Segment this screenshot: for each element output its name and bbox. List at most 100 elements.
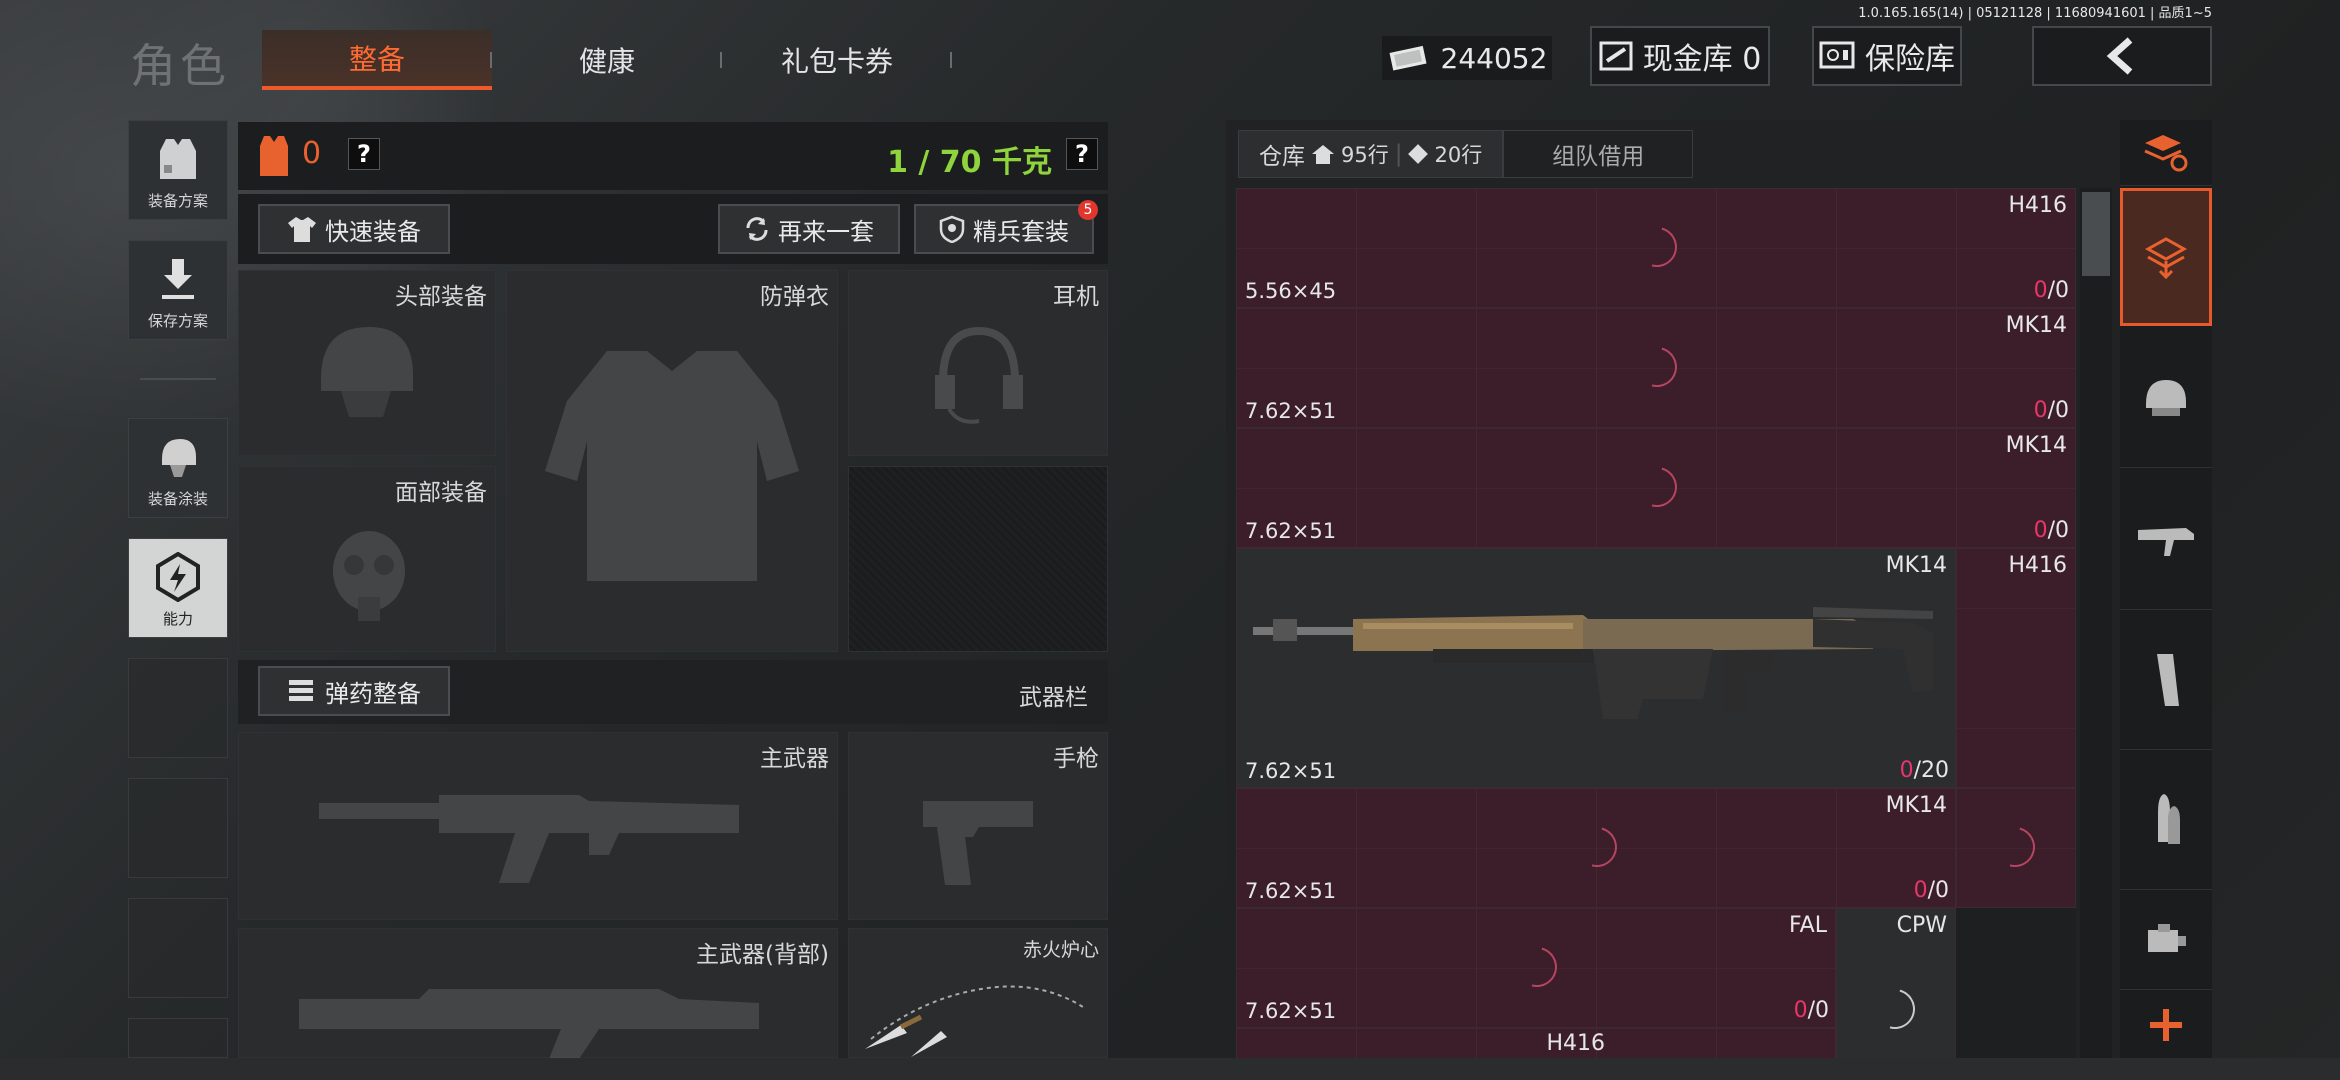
melee-slot[interactable]: 赤火炉心 <box>848 928 1108 1058</box>
quick-equip-button[interactable]: 快速装备 <box>258 204 450 254</box>
mk14-rifle-image <box>1253 607 1933 719</box>
rifle-back-icon <box>299 989 759 1059</box>
item-card[interactable]: H416 <box>1956 548 2076 788</box>
loading-icon <box>1629 219 1685 275</box>
home-icon <box>1312 145 1334 164</box>
slot-label: 面部装备 <box>395 480 487 506</box>
help-icon[interactable]: ? <box>348 138 380 170</box>
slot-label: 耳机 <box>1053 284 1099 310</box>
ammo-loaded: 0 <box>1913 878 1928 903</box>
item-card[interactable]: H416 <box>1236 1028 1836 1060</box>
primary-back-slot[interactable]: 主武器(背部) <box>238 928 838 1059</box>
vest-slot[interactable]: 防弹衣 <box>506 270 838 652</box>
slot-label: 赤火炉心 <box>1022 939 1099 961</box>
equipment-skin-button[interactable]: 装备涂装 <box>128 418 228 518</box>
item-count: 0/0 <box>2033 398 2069 423</box>
item-card[interactable]: MK14 7.62×51 0/0 <box>1236 308 2076 428</box>
item-caliber: 7.62×51 <box>1245 879 1337 903</box>
tab-label: 健康 <box>578 45 635 78</box>
ammo-capacity: 0 <box>1815 998 1829 1023</box>
loadout-plan-button[interactable]: 装备方案 <box>128 120 228 220</box>
item-count: 0/0 <box>2033 278 2069 303</box>
elite-kit-label: 精兵套装 <box>973 217 1069 246</box>
empty-slot <box>128 778 228 878</box>
ammo-capacity: 0 <box>2055 518 2069 543</box>
item-name: MK14 <box>2005 313 2067 338</box>
cash-store-icon <box>1599 41 1633 71</box>
head-slot[interactable]: 头部装备 <box>238 270 496 456</box>
warehouse-scrollbar[interactable] <box>2080 188 2112 1060</box>
item-name: MK14 <box>1885 793 1947 818</box>
again-button[interactable]: 再来一套 <box>718 204 900 254</box>
ticket-icon <box>1408 144 1429 164</box>
weight-text: 1 / 70 千克 <box>887 145 1052 180</box>
sidebar-label: 装备方案 <box>147 192 208 210</box>
top-tabs: 整备 健康 礼包卡券 <box>262 30 952 90</box>
download-icon <box>153 254 203 304</box>
pistol-slot[interactable]: 手枪 <box>848 732 1108 920</box>
tab-maintenance[interactable]: 整备 <box>262 30 492 90</box>
weapons-bar-label: 武器栏 <box>1019 685 1088 711</box>
app-root: 1.0.165.165(14) | 05121128 | 11680941601… <box>0 0 2340 1080</box>
item-name: MK14 <box>1885 553 1947 578</box>
add-category-button[interactable] <box>2120 992 2212 1058</box>
back-button[interactable] <box>2032 26 2212 86</box>
ammo-button[interactable]: 弹药整备 <box>258 666 450 716</box>
category-helmet[interactable] <box>2120 328 2212 468</box>
money-display: 244052 <box>1382 36 1552 80</box>
shield-icon <box>939 215 965 243</box>
item-card[interactable]: FAL 7.62×51 0/0 <box>1236 908 1836 1028</box>
weight-help-icon[interactable]: ? <box>1066 138 1098 170</box>
category-ammo[interactable] <box>2120 750 2212 890</box>
vest-plan-icon <box>153 134 203 184</box>
item-card[interactable]: CPW <box>1836 908 1956 1060</box>
item-count: 0/0 <box>2033 518 2069 543</box>
category-magazine[interactable] <box>2120 610 2212 750</box>
warehouse-tab-label: 仓库 <box>1259 144 1305 170</box>
loading-icon <box>1987 819 2043 875</box>
ammo-capacity: 0 <box>2055 398 2069 423</box>
primary-weapon-slot[interactable]: 主武器 <box>238 732 838 920</box>
ability-button[interactable]: 能力 <box>128 538 228 638</box>
item-card[interactable]: MK14 7.62×51 0/0 <box>1236 788 1956 908</box>
tab-health[interactable]: 健康 <box>492 30 722 90</box>
empty-slot <box>128 658 228 758</box>
item-caliber: 7.62×51 <box>1245 519 1337 543</box>
cash-store-button[interactable]: 现金库 0 <box>1590 26 1770 86</box>
item-card[interactable]: MK14 7.62×51 0/0 <box>1236 428 2076 548</box>
category-rifle[interactable] <box>2120 470 2212 610</box>
tab-warehouse[interactable]: 仓库 95行 | 20行 <box>1238 130 1504 178</box>
item-name: H416 <box>2008 553 2067 578</box>
tab-team-borrow[interactable]: 组队借用 <box>1503 130 1694 178</box>
category-attachment[interactable] <box>2120 890 2212 990</box>
item-card[interactable]: H416 5.56×45 0/0 <box>1236 188 2076 308</box>
safe-button[interactable]: 保险库 <box>1812 26 1962 86</box>
back-arrow-icon <box>2106 37 2133 75</box>
face-slot[interactable]: 面部装备 <box>238 466 496 652</box>
page-title: 角色 <box>130 39 230 93</box>
stack-refresh-icon <box>2144 134 2188 171</box>
again-label: 再来一套 <box>778 217 874 246</box>
ammo-loaded: 0 <box>1793 998 1808 1023</box>
headset-slot[interactable]: 耳机 <box>848 270 1108 456</box>
sidebar-label: 能力 <box>162 610 193 628</box>
kunai-chain-icon <box>865 985 1087 1057</box>
item-card[interactable] <box>1956 788 2076 908</box>
sort-button[interactable] <box>2120 120 2212 186</box>
scrollbar-thumb[interactable] <box>2082 192 2110 276</box>
elite-kit-button[interactable]: 精兵套装 <box>914 204 1094 254</box>
item-card-selected[interactable]: MK14 7.62×51 0/20 <box>1236 548 1956 788</box>
plus-icon <box>2150 1009 2182 1041</box>
ammo-capacity: 0 <box>2055 278 2069 303</box>
sidebar-label: 保存方案 <box>147 312 208 330</box>
item-count: 0/20 <box>1899 758 1949 783</box>
sidebar-label: 装备涂装 <box>147 490 208 508</box>
loadout-header: 0 ? 1 / 70 千克 ? <box>238 122 1108 190</box>
category-all[interactable] <box>2120 188 2212 326</box>
slot-label: 头部装备 <box>395 284 487 310</box>
all-items-icon <box>2144 237 2188 279</box>
tab-gift-cards[interactable]: 礼包卡券 <box>722 30 952 90</box>
item-caliber: 7.62×51 <box>1245 999 1337 1023</box>
save-plan-button[interactable]: 保存方案 <box>128 240 228 340</box>
tab-label: 礼包卡券 <box>780 45 893 78</box>
